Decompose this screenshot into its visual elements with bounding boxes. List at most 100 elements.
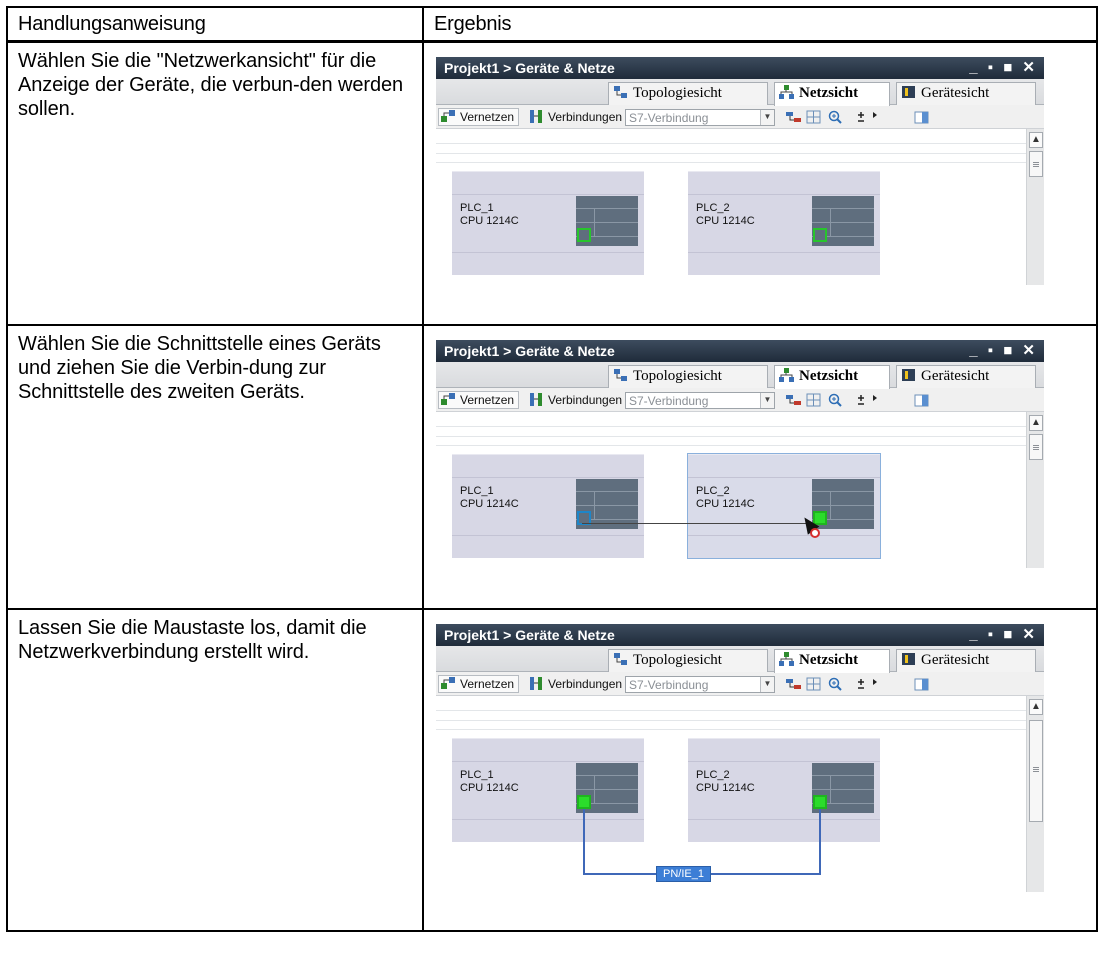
device-plc-1[interactable]: PLC_1 CPU 1214C <box>452 738 644 842</box>
verbindungen-label: Verbindungen <box>548 393 623 407</box>
drag-connection-line <box>582 523 812 524</box>
device-cpu: CPU 1214C <box>460 214 519 227</box>
tab-topologiesicht[interactable]: Topologiesicht <box>608 81 768 105</box>
window-title: Projekt1 > Geräte & Netze <box>444 343 615 359</box>
connections-icon <box>529 393 544 406</box>
tab-netzsicht[interactable]: Netzsicht <box>774 365 890 389</box>
scroll-thumb[interactable] <box>1029 720 1043 822</box>
connections-icon <box>529 677 544 690</box>
connection-type-select[interactable]: S7-Verbindung ▼ <box>625 392 775 409</box>
toolbar: Vernetzen Verbindungen S7-Verbindung ▼ <box>436 104 1044 129</box>
network-canvas[interactable]: PLC_1CPU 1214C PLC_2CPU 1214C PN/IE_1 <box>436 696 1044 892</box>
profinet-port[interactable] <box>813 795 827 809</box>
properties-panel-icon[interactable] <box>914 677 930 694</box>
grid-icon[interactable] <box>806 110 822 127</box>
address-overview-icon[interactable] <box>786 393 802 410</box>
device-plc-1[interactable]: PLC_1 CPU 1214C <box>452 170 644 275</box>
tab-geraetesicht[interactable]: Gerätesicht <box>896 365 1036 388</box>
device-plc-2[interactable]: PLC_2 CPU 1214C <box>688 170 880 275</box>
window-titlebar: Projekt1 > Geräte & Netze _ ▪ ■ ✕ <box>436 56 1044 79</box>
profinet-port[interactable] <box>813 227 827 242</box>
connection-type-value: S7-Verbindung <box>629 678 709 692</box>
verbindungen-button[interactable]: Verbindungen <box>529 677 622 691</box>
tab-netzsicht[interactable]: Netzsicht <box>774 649 890 673</box>
network-connect-icon <box>441 393 456 406</box>
tab-label: Netzsicht <box>799 652 859 668</box>
device-cpu: CPU 1214C <box>696 782 755 794</box>
device-cpu: CPU 1214C <box>460 782 519 794</box>
address-overview-icon[interactable] <box>786 677 802 694</box>
tab-geraetesicht[interactable]: Gerätesicht <box>896 81 1036 105</box>
address-overview-icon[interactable] <box>786 110 802 127</box>
properties-panel-icon[interactable] <box>914 110 930 127</box>
properties-panel-icon[interactable] <box>914 393 930 410</box>
window-titlebar: Projekt1 > Geräte & Netze _ ▪ ■ ✕ <box>436 340 1044 362</box>
scroll-up-icon[interactable]: ▲ <box>1029 131 1043 148</box>
profinet-port[interactable] <box>577 227 591 242</box>
network-canvas[interactable]: PLC_1 CPU 1214C PLC_2 CPU 1214C ▲ <box>436 412 1044 568</box>
view-tabs: Topologiesicht Netzsicht Gerätesicht <box>436 362 1044 389</box>
window-controls[interactable]: _ ▪ ■ ✕ <box>969 625 1038 643</box>
connection-type-select[interactable]: S7-Verbindung ▼ <box>625 108 775 126</box>
window-controls[interactable]: _ ▪ ■ ✕ <box>969 58 1038 76</box>
tab-topologiesicht[interactable]: Topologiesicht <box>608 365 768 388</box>
device-plc-2[interactable]: PLC_2 CPU 1214C <box>688 738 880 842</box>
chevron-right-icon[interactable] <box>872 393 880 410</box>
network-link <box>819 809 821 875</box>
subnet-label[interactable]: PN/IE_1 <box>656 866 711 882</box>
scroll-up-icon[interactable]: ▲ <box>1029 699 1043 715</box>
verbindungen-button[interactable]: Verbindungen <box>529 109 623 124</box>
instruction-text: Lassen Sie die Maustaste los, damit die … <box>6 608 424 932</box>
vertical-scrollbar[interactable]: ▲ <box>1026 412 1044 568</box>
zoom-icon[interactable] <box>828 677 844 694</box>
zoom-stepper-icon[interactable] <box>856 110 870 127</box>
device-name: PLC_2 <box>696 201 730 214</box>
window-title: Projekt1 > Geräte & Netze <box>444 627 615 643</box>
tab-topologiesicht[interactable]: Topologiesicht <box>608 649 768 672</box>
vernetzen-button[interactable]: Vernetzen <box>438 675 520 693</box>
device-plc-1[interactable]: PLC_1 CPU 1214C <box>452 454 644 558</box>
vertical-scrollbar[interactable]: ▲ <box>1026 696 1044 892</box>
header-result: Ergebnis <box>422 6 1098 43</box>
zoom-icon[interactable] <box>828 393 844 410</box>
device-plc-2[interactable]: PLC_2 CPU 1214C <box>687 453 881 559</box>
profinet-port[interactable] <box>577 795 591 809</box>
chevron-down-icon[interactable]: ▼ <box>760 393 774 408</box>
scroll-thumb[interactable] <box>1029 434 1043 460</box>
verbindungen-button[interactable]: Verbindungen <box>529 393 622 407</box>
chevron-right-icon[interactable] <box>872 677 880 694</box>
scroll-up-icon[interactable]: ▲ <box>1029 415 1043 431</box>
vertical-scrollbar[interactable]: ▲ <box>1026 128 1044 285</box>
chevron-right-icon[interactable] <box>872 110 880 127</box>
chevron-down-icon[interactable]: ▼ <box>760 109 774 125</box>
vernetzen-label: Vernetzen <box>460 677 515 691</box>
device-name: PLC_2 <box>696 769 730 781</box>
toolbar: Vernetzen Verbindungen S7-Verbindung ▼ <box>436 672 1044 696</box>
network-link <box>583 809 585 875</box>
instruction-table: Handlungsanweisung Ergebnis Wählen Sie d… <box>6 6 1098 932</box>
tab-label: Topologiesicht <box>633 84 722 101</box>
verbindungen-label: Verbindungen <box>548 109 623 124</box>
zoom-icon[interactable] <box>828 110 844 127</box>
tab-geraetesicht[interactable]: Gerätesicht <box>896 649 1036 672</box>
connection-type-value: S7-Verbindung <box>629 394 709 408</box>
instruction-text: Wählen Sie die "Netzwerkansicht" für die… <box>6 40 424 326</box>
vernetzen-button[interactable]: Vernetzen <box>438 391 520 409</box>
chevron-down-icon[interactable]: ▼ <box>760 677 774 692</box>
topology-icon <box>613 85 628 99</box>
device-icon <box>901 652 916 666</box>
scroll-thumb[interactable] <box>1029 150 1043 177</box>
zoom-stepper-icon[interactable] <box>856 393 870 410</box>
grid-icon[interactable] <box>806 393 822 410</box>
no-drop-icon <box>810 528 820 538</box>
device-cpu: CPU 1214C <box>696 214 755 227</box>
tab-netzsicht[interactable]: Netzsicht <box>774 81 890 106</box>
window-controls[interactable]: _ ▪ ■ ✕ <box>969 341 1038 359</box>
network-canvas[interactable]: PLC_1 CPU 1214C PLC_2 CPU 1214C ▲ <box>436 128 1044 285</box>
tab-label: Netzsicht <box>799 84 859 101</box>
connection-type-select[interactable]: S7-Verbindung ▼ <box>625 676 775 693</box>
zoom-stepper-icon[interactable] <box>856 677 870 694</box>
grid-icon[interactable] <box>806 677 822 694</box>
vernetzen-button[interactable]: Vernetzen <box>438 107 520 126</box>
vernetzen-label: Vernetzen <box>460 393 515 407</box>
